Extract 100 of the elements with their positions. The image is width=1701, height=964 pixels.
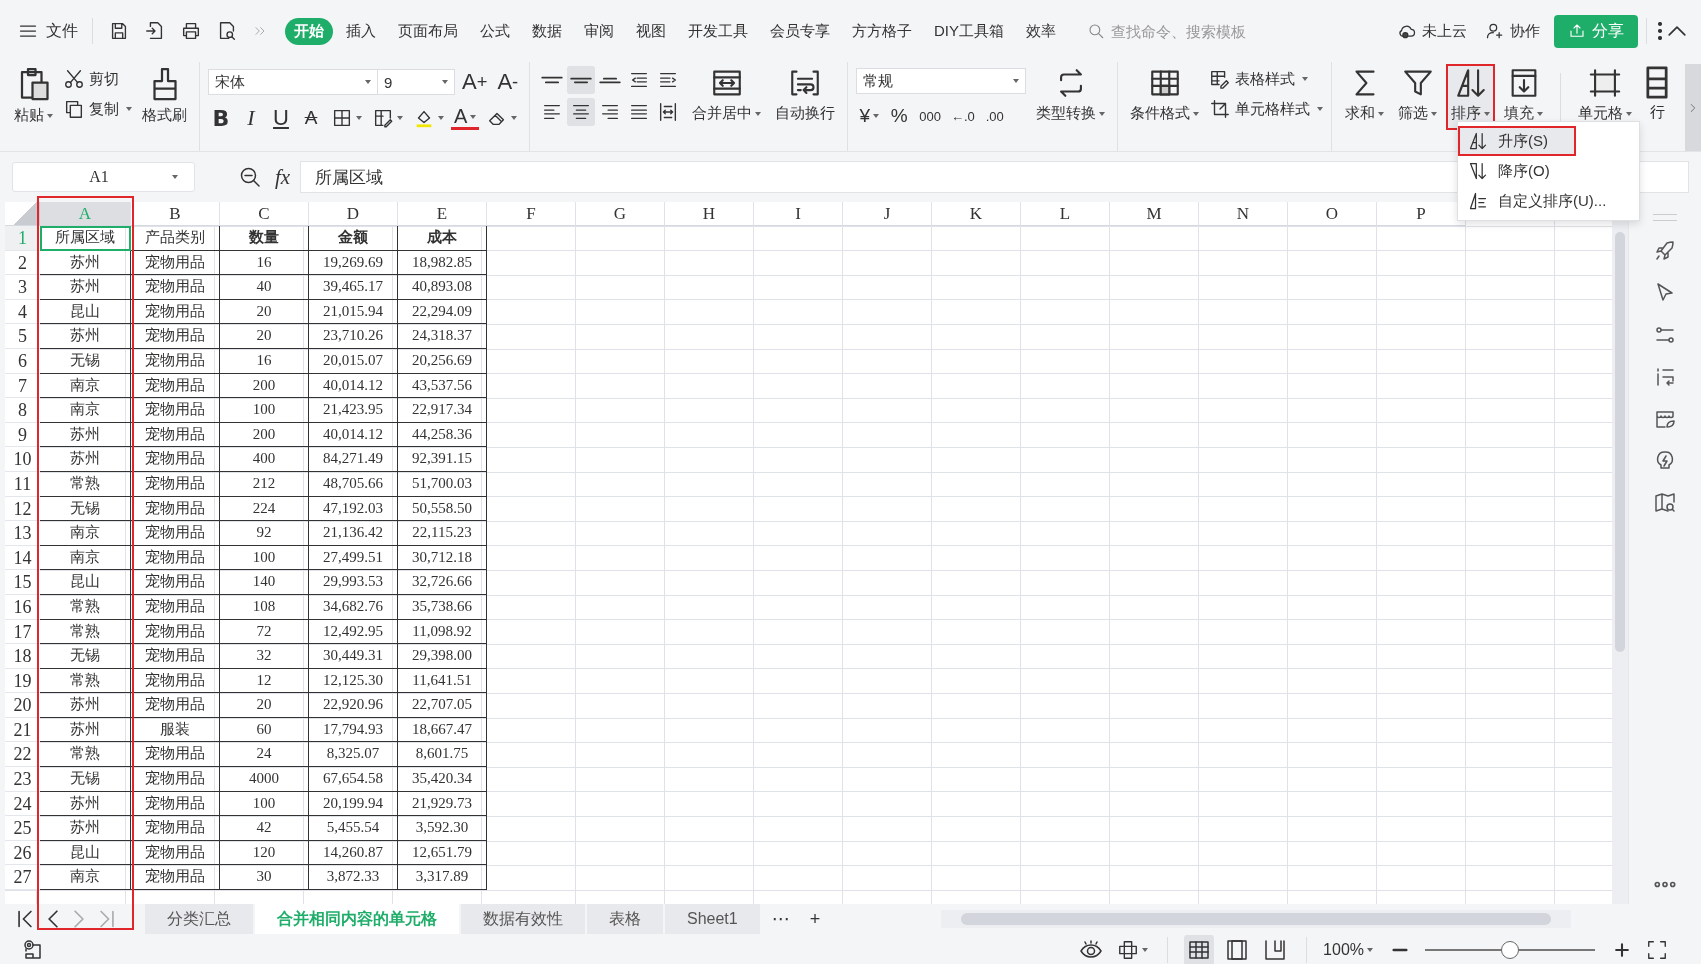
number-format-select[interactable]: 常规 xyxy=(856,68,1027,94)
zoom-level-select[interactable]: 100% xyxy=(1323,941,1373,959)
table-cell: 苏州 xyxy=(40,791,131,817)
menu-item[interactable]: 升序(S) xyxy=(1458,126,1576,156)
ribbon-tab[interactable]: 插入 xyxy=(337,17,385,45)
cut-button[interactable]: 剪切 xyxy=(63,68,132,90)
row-number[interactable]: 18 xyxy=(5,644,40,669)
ribbon-tab[interactable]: 效率 xyxy=(1017,17,1065,45)
more-button[interactable] xyxy=(1655,19,1665,43)
name-box[interactable]: A1 xyxy=(12,162,195,192)
format-painter-button[interactable]: 格式刷 xyxy=(138,64,191,130)
function-label[interactable]: fx xyxy=(275,164,291,190)
table-cell: 22,294.09 xyxy=(398,299,487,325)
borders-icon xyxy=(331,107,353,129)
row-number[interactable]: 8 xyxy=(5,398,40,423)
thousands-button[interactable]: 000 xyxy=(916,102,944,130)
italic-button[interactable]: I xyxy=(238,104,264,132)
cell-style-button[interactable]: 单元格样式 xyxy=(1209,98,1324,120)
filter-button[interactable]: 筛选 xyxy=(1393,64,1443,130)
decrease-decimal-button[interactable]: .00 xyxy=(981,102,1008,130)
increase-decimal-button[interactable]: ←.0 xyxy=(947,102,978,130)
strikethrough-button[interactable]: A xyxy=(298,104,324,132)
row-number[interactable]: 10 xyxy=(5,447,40,472)
alignment-button[interactable] xyxy=(567,98,596,126)
row-number[interactable]: 5 xyxy=(5,324,40,349)
table-cell: 40,014.12 xyxy=(309,373,398,399)
sheet-tab[interactable]: 分类汇总 xyxy=(145,904,253,934)
underline-button[interactable]: U xyxy=(268,104,294,132)
sheet-tab[interactable]: 数据有效性 xyxy=(461,904,585,934)
row-number[interactable]: 20 xyxy=(5,693,40,718)
column-header[interactable]: B xyxy=(131,202,220,226)
page-break-icon xyxy=(1263,938,1288,962)
table-cell: 72 xyxy=(220,619,309,645)
more-sheets-button[interactable]: ⋯ xyxy=(761,908,800,930)
ribbon-tab[interactable]: 页面布局 xyxy=(389,17,467,45)
cell-style-icon xyxy=(1209,98,1232,120)
row-number[interactable]: 3 xyxy=(5,275,40,300)
more-button[interactable] xyxy=(1654,881,1676,888)
previous-sheet-button[interactable] xyxy=(45,907,61,931)
table-cell: 35,420.34 xyxy=(398,767,487,792)
sort-descending-icon xyxy=(1468,161,1488,181)
font-select[interactable]: 宋体 xyxy=(208,69,378,95)
cloud-status-button[interactable]: 未上云 xyxy=(1397,21,1467,41)
alignment-button[interactable] xyxy=(567,66,596,94)
row-number[interactable]: 27 xyxy=(5,865,40,891)
slider-thumb[interactable] xyxy=(1501,941,1519,959)
collaborate-button[interactable]: 协作 xyxy=(1485,21,1540,41)
merge-center-button[interactable]: 合并居中 xyxy=(688,64,766,130)
select-all-corner[interactable] xyxy=(5,202,40,226)
font-size-select[interactable]: 9 xyxy=(377,69,455,95)
type-convert-button[interactable]: 类型转换 xyxy=(1032,64,1110,130)
row-number[interactable]: 13 xyxy=(5,521,40,546)
search-field[interactable]: 查找命令、搜索模板 xyxy=(1087,21,1273,41)
sort-button[interactable]: 排序 xyxy=(1446,64,1496,130)
bold-button[interactable]: B xyxy=(208,104,234,132)
caret-icon xyxy=(1013,79,1020,83)
column-header[interactable]: D xyxy=(309,202,398,226)
row-column-button[interactable]: 行 xyxy=(1641,64,1674,130)
table-cell: 3,317.89 xyxy=(398,865,487,891)
file-menu[interactable]: 文件 xyxy=(18,20,84,42)
row-number[interactable]: 22 xyxy=(5,742,40,768)
currency-button[interactable]: ¥ xyxy=(856,102,883,130)
table-cell: 11,641.51 xyxy=(398,668,487,694)
ribbon-tab[interactable]: 审阅 xyxy=(575,17,623,45)
ribbon-tab[interactable]: DIY工具箱 xyxy=(925,17,1013,45)
horizontal-scrollbar[interactable] xyxy=(941,910,1571,928)
column-header[interactable]: E xyxy=(398,202,487,226)
percent-button[interactable]: % xyxy=(886,102,913,130)
drag-handle[interactable] xyxy=(1653,214,1677,221)
side-panel-button[interactable] xyxy=(1653,491,1677,515)
ribbon-tab[interactable]: 公式 xyxy=(471,17,519,45)
row-number[interactable]: 15 xyxy=(5,570,40,595)
table-cell: 宠物用品 xyxy=(131,373,220,399)
paste-button[interactable]: 粘贴 xyxy=(10,64,57,130)
ribbon-tab[interactable]: 数据 xyxy=(523,17,571,45)
row-number[interactable]: 25 xyxy=(5,816,40,841)
add-sheet-button[interactable]: + xyxy=(799,908,831,930)
ribbon-tab[interactable]: 视图 xyxy=(627,17,675,45)
table-cell: 200 xyxy=(220,422,309,448)
table-cell: 22,917.34 xyxy=(398,398,487,423)
column-header[interactable]: C xyxy=(220,202,309,226)
caret-icon xyxy=(1317,107,1324,111)
font-color-button[interactable]: A xyxy=(451,106,480,130)
scissors-icon xyxy=(63,68,85,90)
sum-button[interactable]: 求和 xyxy=(1340,64,1390,130)
ribbon-tab[interactable]: 会员专享 xyxy=(761,17,839,45)
ribbon-tab[interactable]: 开发工具 xyxy=(679,17,757,45)
wrap-text-button[interactable]: 自动换行 xyxy=(771,64,840,130)
caret-icon xyxy=(1378,111,1385,116)
view-mode-button[interactable] xyxy=(1184,935,1215,964)
ribbon-tab[interactable]: 方方格子 xyxy=(843,17,921,45)
sheet-tab[interactable]: 表格 xyxy=(587,904,663,934)
sheet-tab[interactable]: Sheet1 xyxy=(665,904,760,934)
conditional-format-button[interactable]: 条件格式 xyxy=(1126,64,1204,130)
side-panel-button[interactable] xyxy=(1653,239,1677,263)
row-number[interactable]: 23 xyxy=(5,767,40,792)
table-style-button[interactable]: 表格样式 xyxy=(1209,68,1324,90)
zoom-slider[interactable] xyxy=(1425,941,1595,959)
table-cell: 南京 xyxy=(40,865,131,891)
copy-button[interactable]: 复制 xyxy=(63,98,132,120)
